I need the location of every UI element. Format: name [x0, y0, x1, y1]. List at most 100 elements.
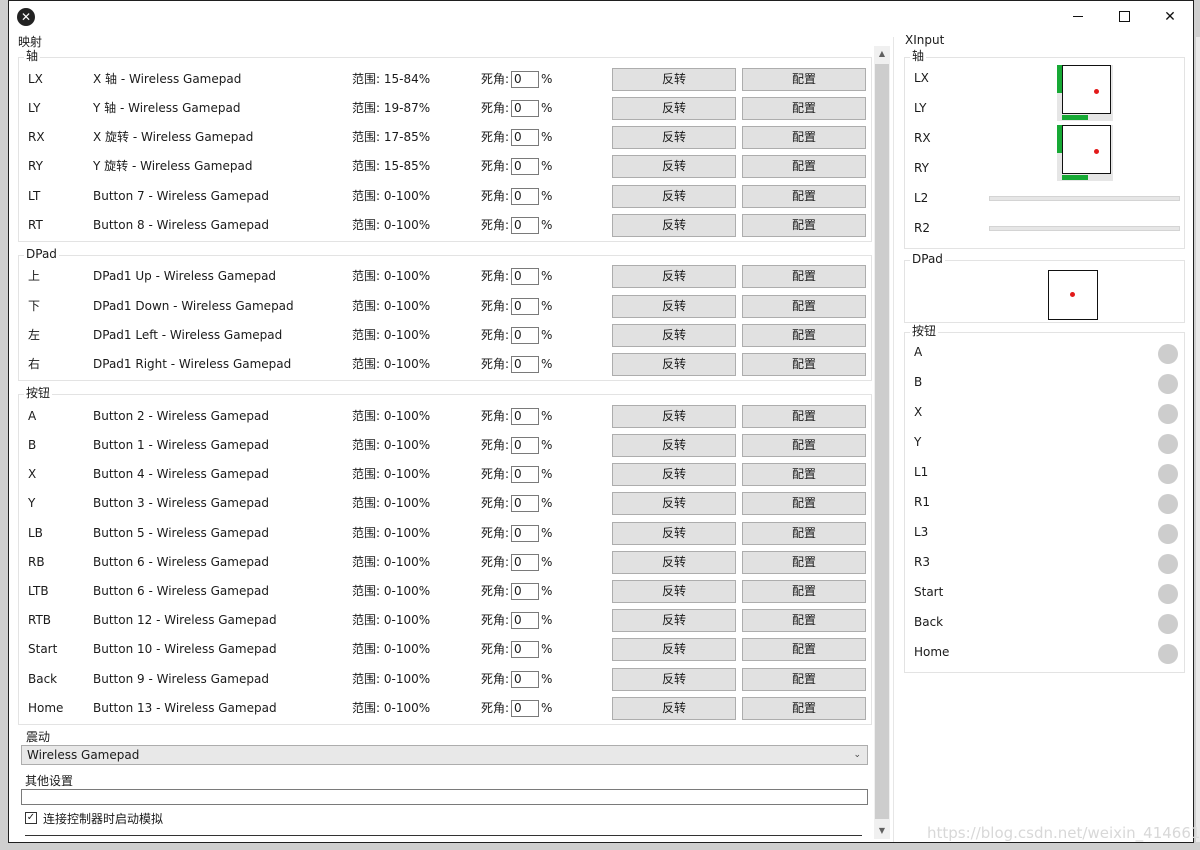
configure-button[interactable]: 配置 [742, 551, 866, 574]
deadzone-input[interactable]: 0 [511, 437, 540, 454]
deadzone-input[interactable]: 0 [511, 71, 540, 88]
invert-button[interactable]: 反转 [612, 265, 736, 288]
configure-button[interactable]: 配置 [742, 492, 866, 515]
dpad-indicator [1048, 270, 1098, 320]
invert-button[interactable]: 反转 [612, 97, 736, 120]
deadzone-input[interactable]: 0 [511, 129, 540, 146]
auto-emulate-checkbox-row[interactable]: ✓ 连接控制器时启动模拟 [25, 810, 163, 826]
mapping-range-label: 范围: 0-100% [352, 218, 431, 232]
vertical-scrollbar[interactable]: ▲ ▼ [874, 46, 890, 839]
configure-button[interactable]: 配置 [742, 522, 866, 545]
configure-button[interactable]: 配置 [742, 68, 866, 91]
deadzone-control: 死角: 0% [481, 577, 552, 606]
xinput-button-label: Y [914, 435, 922, 449]
deadzone-input[interactable]: 0 [511, 268, 540, 285]
deadzone-control: 死角: 0% [481, 65, 552, 94]
configure-button[interactable]: 配置 [742, 155, 866, 178]
mapping-source-label: DPad1 Down - Wireless Gamepad [93, 299, 294, 313]
deadzone-input[interactable]: 0 [511, 298, 540, 315]
configure-button[interactable]: 配置 [742, 638, 866, 661]
deadzone-input[interactable]: 0 [511, 327, 540, 344]
mapping-group-title: 按钮 [24, 386, 53, 400]
configure-button[interactable]: 配置 [742, 97, 866, 120]
invert-button[interactable]: 反转 [612, 551, 736, 574]
other-settings-input[interactable] [21, 789, 868, 805]
invert-button[interactable]: 反转 [612, 214, 736, 237]
configure-button[interactable]: 配置 [742, 697, 866, 720]
invert-button[interactable]: 反转 [612, 353, 736, 376]
configure-button[interactable]: 配置 [742, 580, 866, 603]
scroll-down-icon[interactable]: ▼ [874, 823, 890, 839]
deadzone-input[interactable]: 0 [511, 612, 540, 629]
deadzone-input[interactable]: 0 [511, 408, 540, 425]
deadzone-input[interactable]: 0 [511, 100, 540, 117]
mapping-group: 按钮 A Button 2 - Wireless Gamepad 范围: 0-100%… [18, 386, 872, 725]
invert-button[interactable]: 反转 [612, 609, 736, 632]
scrollbar-thumb[interactable] [875, 64, 889, 819]
stick-position-dot [1094, 89, 1099, 94]
minimize-button[interactable] [1055, 1, 1101, 32]
configure-button[interactable]: 配置 [742, 353, 866, 376]
configure-button[interactable]: 配置 [742, 434, 866, 457]
percent-label: % [541, 269, 553, 283]
configure-button[interactable]: 配置 [742, 214, 866, 237]
invert-button[interactable]: 反转 [612, 126, 736, 149]
invert-button[interactable]: 反转 [612, 522, 736, 545]
deadzone-input[interactable]: 0 [511, 495, 540, 512]
invert-button[interactable]: 反转 [612, 155, 736, 178]
configure-button[interactable]: 配置 [742, 324, 866, 347]
xinput-button-label: L3 [914, 525, 929, 539]
deadzone-label: 死角: [481, 409, 510, 423]
deadzone-input[interactable]: 0 [511, 525, 540, 542]
deadzone-input[interactable]: 0 [511, 466, 540, 483]
invert-button[interactable]: 反转 [612, 185, 736, 208]
close-button[interactable]: ✕ [1147, 1, 1193, 32]
configure-button[interactable]: 配置 [742, 185, 866, 208]
percent-label: % [541, 613, 553, 627]
invert-button[interactable]: 反转 [612, 638, 736, 661]
scroll-up-icon[interactable]: ▲ [874, 46, 890, 62]
configure-button[interactable]: 配置 [742, 668, 866, 691]
deadzone-input[interactable]: 0 [511, 356, 540, 373]
deadzone-input[interactable]: 0 [511, 671, 540, 688]
deadzone-label: 死角: [481, 701, 510, 715]
mapping-row: X Button 4 - Wireless Gamepad 范围: 0-100% 死角… [19, 460, 871, 489]
percent-label: % [541, 672, 553, 686]
deadzone-input[interactable]: 0 [511, 217, 540, 234]
invert-button[interactable]: 反转 [612, 463, 736, 486]
mapping-target-label: Back [28, 672, 58, 686]
xinput-buttons-title: 按钮 [910, 324, 939, 338]
configure-button[interactable]: 配置 [742, 295, 866, 318]
invert-button[interactable]: 反转 [612, 68, 736, 91]
invert-button[interactable]: 反转 [612, 405, 736, 428]
invert-button[interactable]: 反转 [612, 434, 736, 457]
mapping-target-label: A [28, 409, 37, 423]
vibration-device-select[interactable]: Wireless Gamepad ⌄ [21, 745, 868, 765]
percent-label: % [541, 467, 553, 481]
mapping-source-label: X 旋转 - Wireless Gamepad [93, 130, 254, 144]
mapping-source-label: Button 9 - Wireless Gamepad [93, 672, 269, 686]
stick-x-bar [1062, 175, 1088, 180]
invert-button[interactable]: 反转 [612, 295, 736, 318]
configure-button[interactable]: 配置 [742, 126, 866, 149]
percent-label: % [541, 101, 553, 115]
configure-button[interactable]: 配置 [742, 405, 866, 428]
deadzone-input[interactable]: 0 [511, 188, 540, 205]
deadzone-input[interactable]: 0 [511, 554, 540, 571]
configure-button[interactable]: 配置 [742, 265, 866, 288]
configure-button[interactable]: 配置 [742, 463, 866, 486]
deadzone-control: 死角: 0% [481, 635, 552, 664]
maximize-button[interactable] [1101, 1, 1147, 32]
invert-button[interactable]: 反转 [612, 668, 736, 691]
deadzone-input[interactable]: 0 [511, 158, 540, 175]
mapping-target-label: RB [28, 555, 45, 569]
deadzone-input[interactable]: 0 [511, 700, 540, 717]
auto-emulate-checkbox[interactable]: ✓ [25, 812, 37, 824]
deadzone-input[interactable]: 0 [511, 641, 540, 658]
invert-button[interactable]: 反转 [612, 492, 736, 515]
invert-button[interactable]: 反转 [612, 324, 736, 347]
configure-button[interactable]: 配置 [742, 609, 866, 632]
invert-button[interactable]: 反转 [612, 697, 736, 720]
invert-button[interactable]: 反转 [612, 580, 736, 603]
deadzone-input[interactable]: 0 [511, 583, 540, 600]
